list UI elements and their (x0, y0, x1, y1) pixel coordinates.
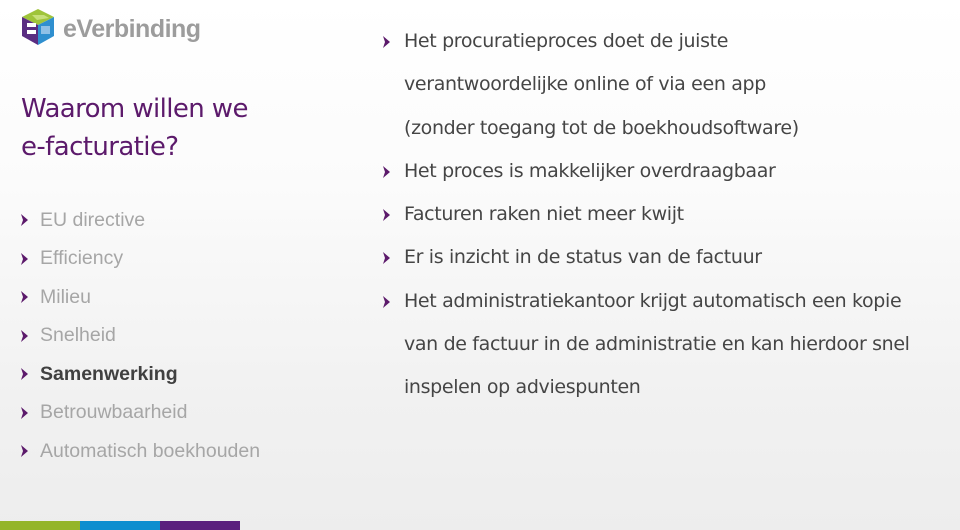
cube-logo-icon (21, 8, 55, 46)
nav-item-samenwerking[interactable]: Samenwerking (20, 355, 260, 394)
content-bullet-text: Het administratiekantoor krijgt automati… (404, 289, 910, 399)
purple-arrow-bullet-icon (21, 214, 28, 227)
topic-navigation: EU directive Efficiency Milieu Snelheid … (20, 201, 260, 471)
content-bullet-text: Het procuratieproces doet de juiste vera… (404, 30, 799, 139)
brand-name: eVerbinding (63, 14, 201, 43)
nav-item-label: Automatisch boekhouden (40, 439, 261, 462)
purple-arrow-bullet-icon (383, 252, 390, 265)
content-bullet: Het administratiekantoor krijgt automati… (382, 280, 942, 410)
nav-item-milieu[interactable]: Milieu (20, 278, 260, 317)
purple-arrow-bullet-icon (21, 368, 28, 381)
footer-bar-blue (80, 521, 160, 530)
purple-arrow-bullet-icon (383, 209, 390, 222)
purple-arrow-bullet-icon (21, 329, 28, 342)
nav-item-automatisch-boekhouden[interactable]: Automatisch boekhouden (20, 432, 260, 471)
purple-arrow-bullet-icon (21, 252, 28, 265)
nav-item-label: Samenwerking (40, 362, 178, 385)
content-bullet-text: Het proces is makkelijker overdraagbaar (404, 159, 776, 182)
content-bullet: Facturen raken niet meer kwijt (382, 193, 942, 236)
nav-item-efficiency[interactable]: Efficiency (20, 240, 260, 279)
nav-item-label: Snelheid (40, 324, 116, 347)
slide-title-line-2: e-facturatie? (21, 132, 179, 162)
nav-item-label: EU directive (40, 208, 146, 231)
nav-item-label: Milieu (40, 285, 91, 308)
nav-item-label: Betrouwbaarheid (40, 401, 188, 424)
brand-logo: eVerbinding (18, 5, 201, 49)
nav-item-betrouwbaarheid[interactable]: Betrouwbaarheid (20, 394, 260, 433)
slide-title: Waarom willen we e-facturatie? (21, 90, 321, 166)
content-bullet: Er is inzicht in de status van de factuu… (382, 236, 942, 279)
content-bullet-text: Facturen raken niet meer kwijt (404, 203, 684, 226)
nav-item-eu-directive[interactable]: EU directive (20, 201, 260, 240)
content-bullet: Het procuratieproces doet de juiste vera… (382, 20, 942, 150)
nav-item-label: Efficiency (40, 247, 124, 270)
footer-color-bar (0, 521, 240, 530)
content-bullet-list: Het procuratieproces doet de juiste vera… (382, 20, 942, 410)
content-bullet: Het proces is makkelijker overdraagbaar (382, 150, 942, 193)
purple-arrow-bullet-icon (383, 295, 390, 308)
footer-bar-purple (160, 521, 240, 530)
purple-arrow-bullet-icon (383, 165, 390, 178)
purple-arrow-bullet-icon (21, 406, 28, 419)
purple-arrow-bullet-icon (383, 36, 390, 48)
purple-arrow-bullet-icon (21, 291, 28, 304)
slide-title-line-1: Waarom willen we (21, 94, 248, 124)
purple-arrow-bullet-icon (21, 445, 28, 458)
content-bullet-text: Er is inzicht in de status van de factuu… (404, 246, 762, 269)
nav-item-snelheid[interactable]: Snelheid (20, 317, 260, 356)
footer-bar-green (0, 521, 80, 530)
